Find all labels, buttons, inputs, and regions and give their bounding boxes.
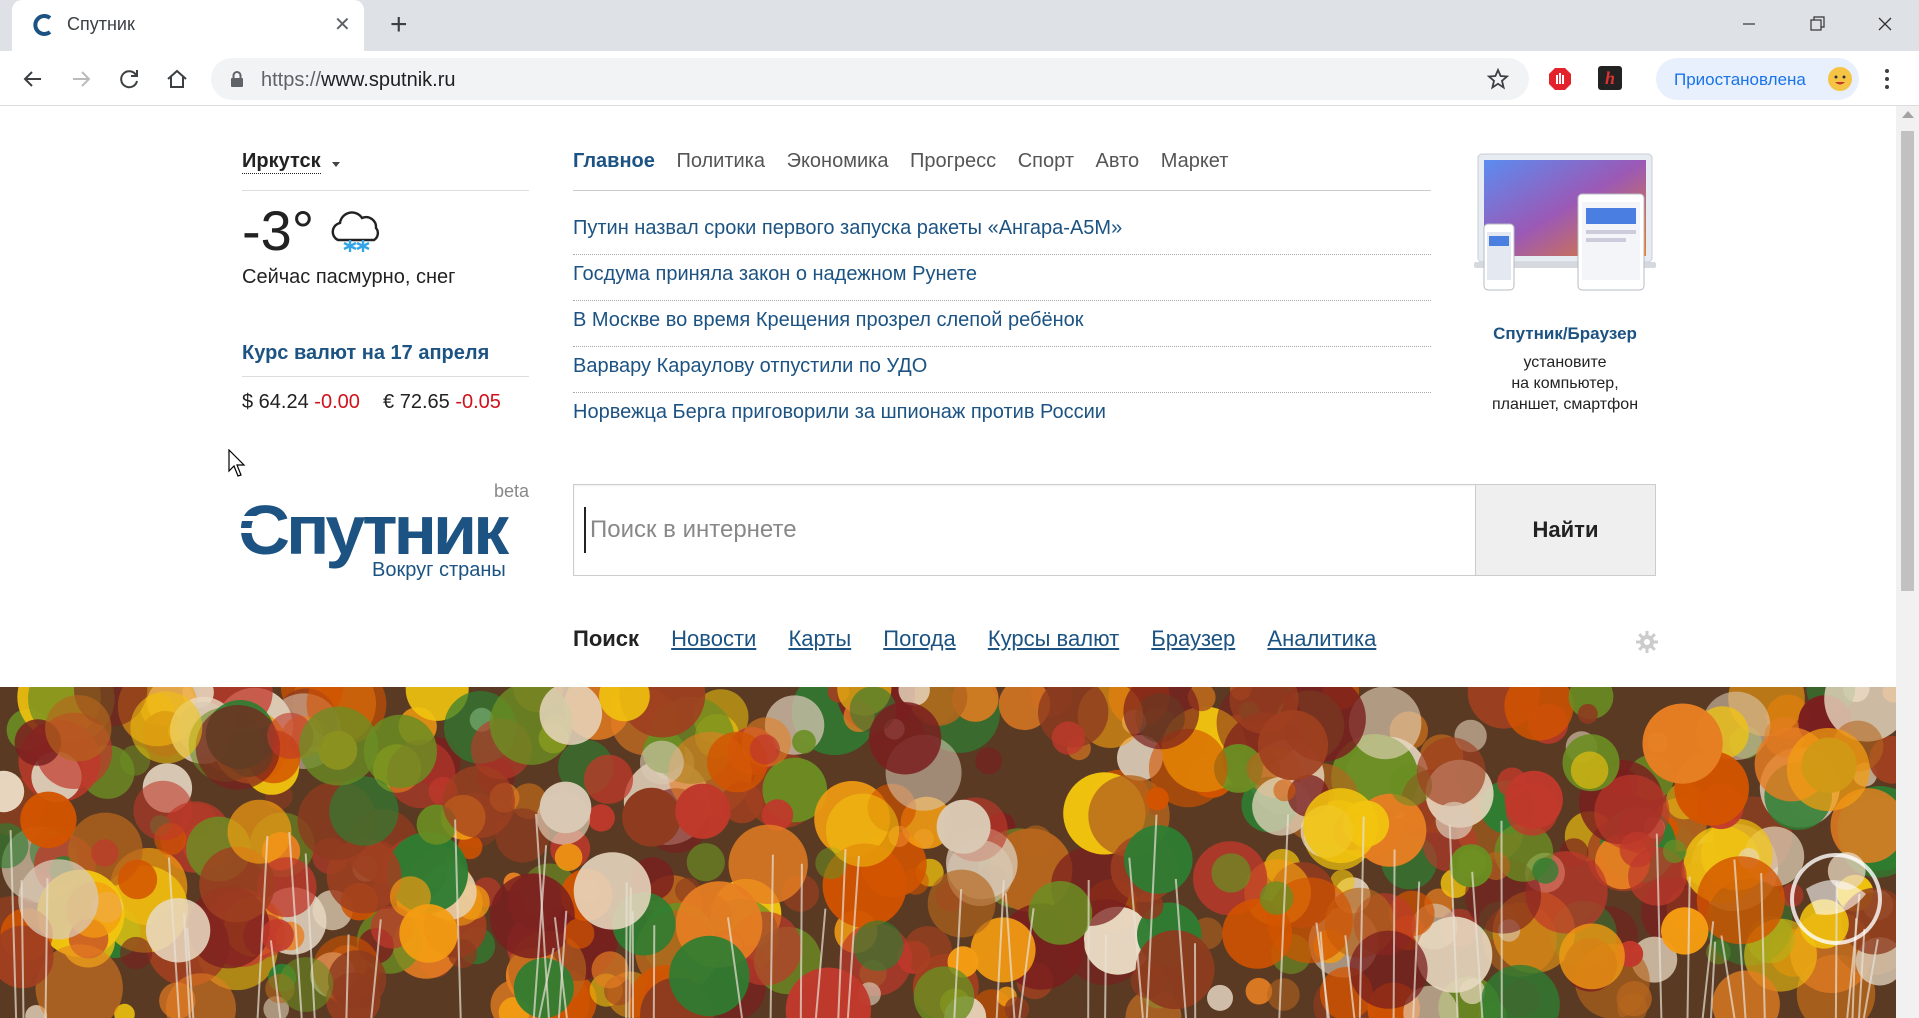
browser-devices-image[interactable] [1474, 150, 1656, 300]
cloud-snow-icon [331, 211, 380, 252]
gear-icon[interactable] [1635, 630, 1659, 654]
logo-tagline: Вокруг страны [372, 559, 506, 581]
search-input[interactable] [584, 507, 1462, 553]
reload-icon[interactable] [116, 66, 142, 92]
forward-icon[interactable] [68, 66, 94, 92]
tab-strip: Спутник ✕ + [0, 0, 1919, 51]
divider [242, 190, 529, 191]
usd-rate: $ 64.24 [242, 391, 309, 413]
service-maps-link[interactable]: Карты [788, 626, 851, 651]
sputnik-favicon-icon [33, 14, 52, 36]
news-list: Путин назвал сроки первого запуска ракет… [573, 210, 1431, 439]
lock-icon [231, 71, 243, 87]
service-rates-link[interactable]: Курсы валют [988, 626, 1119, 651]
bookmark-star-icon[interactable] [1486, 67, 1510, 91]
menu-kebab-icon[interactable] [1882, 66, 1892, 92]
tab-title: Спутник [67, 14, 135, 34]
search-box [573, 484, 1477, 576]
news-link[interactable]: Норвежца Берга приговорили за шпионаж пр… [573, 394, 1431, 438]
profile-label: Приостановлена [1674, 70, 1806, 89]
beta-label: beta [494, 481, 530, 501]
page-scrollbar[interactable] [1896, 106, 1919, 1018]
service-analytics-link[interactable]: Аналитика [1267, 626, 1376, 651]
eur-change: -0.05 [455, 391, 501, 413]
eur-rate: € 72.65 [383, 391, 450, 413]
adblock-extension-icon[interactable] [1547, 66, 1573, 92]
browser-tab[interactable]: Спутник ✕ [12, 0, 364, 51]
temperature: -3° [242, 199, 315, 262]
extension-h-icon[interactable]: h [1598, 66, 1622, 90]
menu-item-main[interactable]: Главное [573, 150, 655, 172]
promo-text: установите на компьютер, планшет, смартф… [1491, 354, 1639, 413]
news-link[interactable]: Госдума приняла закон о надежном Рунете [573, 256, 1431, 301]
address-bar[interactable]: https://www.sputnik.ru [211, 58, 1529, 100]
divider [573, 190, 1431, 191]
menu-item-economy[interactable]: Экономика [787, 150, 889, 172]
chevron-down-icon[interactable] [332, 162, 340, 167]
url-text: https://www.sputnik.ru [261, 69, 456, 91]
menu-item-progress[interactable]: Прогресс [910, 150, 996, 172]
home-icon[interactable] [164, 66, 190, 92]
back-icon[interactable] [20, 66, 46, 92]
mouse-cursor-icon [228, 449, 246, 477]
page-content: Иркутск -3° Сейчас пасмурно, снег Курс в… [0, 106, 1896, 1018]
watermark-logo [1790, 853, 1882, 945]
close-window-icon[interactable] [1869, 8, 1901, 40]
menu-item-politics[interactable]: Политика [676, 150, 765, 172]
restore-icon[interactable] [1801, 8, 1833, 40]
currency-rates-link[interactable]: Курс валют на 17 апреля [242, 342, 489, 365]
top-menu: Главное Политика Экономика Прогресс Спор… [573, 150, 1244, 173]
news-link[interactable]: Путин назвал сроки первого запуска ракет… [573, 210, 1431, 255]
menu-item-sport[interactable]: Спорт [1018, 150, 1074, 172]
currency-rates: $ 64.24 -0.00 € 72.65 -0.05 [242, 391, 501, 414]
service-news-link[interactable]: Новости [671, 626, 756, 651]
city-selector[interactable]: Иркутск [242, 150, 321, 174]
scroll-up-icon[interactable] [1902, 111, 1914, 118]
menu-item-market[interactable]: Маркет [1161, 150, 1229, 172]
news-link[interactable]: Варвару Караулову отпустили по УДО [573, 348, 1431, 393]
browser-toolbar: https://www.sputnik.ru h Приостановлена [0, 51, 1919, 106]
usd-change: -0.00 [314, 391, 360, 413]
search-button[interactable]: Найти [1475, 484, 1656, 576]
new-tab-icon[interactable]: + [390, 10, 408, 40]
avatar [1828, 67, 1852, 91]
service-browser-link[interactable]: Браузер [1151, 626, 1235, 651]
menu-item-auto[interactable]: Авто [1096, 150, 1140, 172]
service-search: Поиск [573, 626, 640, 651]
scrollbar-thumb[interactable] [1901, 131, 1914, 591]
tab-close-icon[interactable]: ✕ [334, 13, 351, 37]
minimize-icon[interactable] [1733, 8, 1765, 40]
profile-button[interactable]: Приостановлена [1656, 58, 1859, 100]
news-link[interactable]: В Москве во время Крещения прозрел слепо… [573, 302, 1431, 347]
autumn-forest-image [0, 687, 1896, 1018]
services-nav: Поиск Новости Карты Погода Курсы валют Б… [573, 626, 1402, 652]
divider [242, 376, 529, 377]
promo-title-link[interactable]: Спутник/Браузер [1474, 324, 1656, 344]
service-weather-link[interactable]: Погода [883, 626, 955, 651]
weather-description: Сейчас пасмурно, снег [242, 266, 456, 288]
